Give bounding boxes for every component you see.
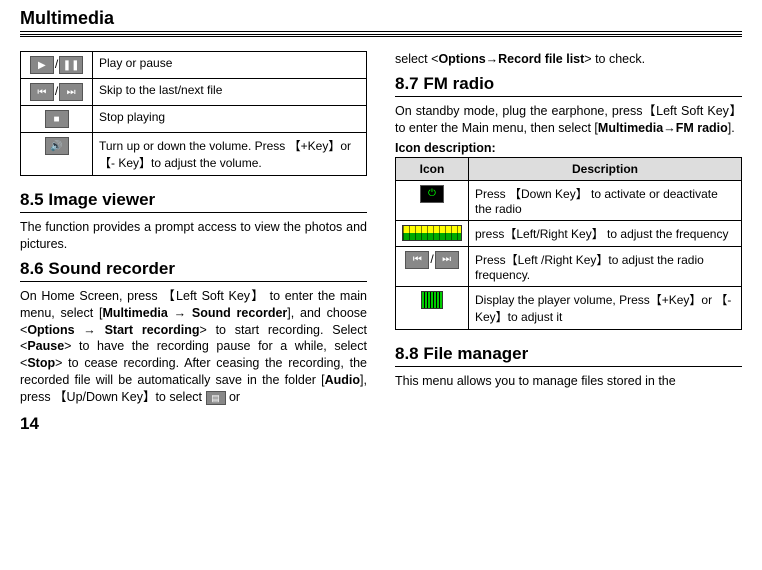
icon-cell — [396, 220, 469, 246]
section-rule — [20, 212, 367, 213]
text: > to cease recording. After ceasing the … — [20, 356, 367, 387]
desc-cell: Play or pause — [93, 52, 367, 79]
bold-text: Pause — [27, 339, 64, 353]
fm-icons-table: Icon Description ⏻ Press 【Down Key】 to a… — [395, 157, 742, 330]
table-row: ⏮/⏭ Skip to the last/next file — [21, 79, 367, 106]
bold-text: Options → Start recording — [27, 323, 199, 337]
tuner-icon — [402, 225, 462, 241]
table-row: Display the player volume, Press【+Key】or… — [396, 286, 742, 329]
section-8-7-title: 8.7 FM radio — [395, 74, 742, 94]
section-8-6-title: 8.6 Sound recorder — [20, 259, 367, 279]
continuation-text: select <Options→Record file list> to che… — [395, 51, 742, 68]
next-icon: ⏭ — [435, 251, 459, 269]
icon-cell: ■ — [21, 106, 93, 133]
bold-text: Multimedia→FM radio — [598, 121, 728, 135]
icon-cell — [396, 286, 469, 329]
table-row: ⏮/⏭ Press【Left /Right Key】to adjust the … — [396, 246, 742, 286]
desc-cell: Stop playing — [93, 106, 367, 133]
th-description: Description — [469, 157, 742, 180]
media-icons-table: ▶/❚❚ Play or pause ⏮/⏭ Skip to the last/… — [20, 51, 367, 176]
section-8-7-text: On standby mode, plug the earphone, pres… — [395, 103, 742, 137]
equalizer-icon — [421, 291, 443, 309]
right-column: select <Options→Record file list> to che… — [395, 51, 742, 434]
bold-text: Stop — [27, 356, 55, 370]
volume-icon: 🔊 — [45, 137, 69, 155]
th-icon: Icon — [396, 157, 469, 180]
folder-icon: ▤ — [206, 391, 226, 405]
text: ]. — [728, 121, 735, 135]
bold-text: Audio — [325, 373, 360, 387]
page-number: 14 — [20, 414, 367, 434]
icon-cell: ⏮/⏭ — [21, 79, 93, 106]
section-8-8-text: This menu allows you to manage files sto… — [395, 373, 742, 390]
prev-icon: ⏮ — [30, 83, 54, 101]
table-row: ■ Stop playing — [21, 106, 367, 133]
bold-text: Multimedia → Sound recorder — [102, 306, 287, 320]
pause-icon: ❚❚ — [59, 56, 83, 74]
page-header: Multimedia — [20, 8, 742, 32]
desc-cell: Display the player volume, Press【+Key】or… — [469, 286, 742, 329]
table-header-row: Icon Description — [396, 157, 742, 180]
next-icon: ⏭ — [59, 83, 83, 101]
icon-description-label: Icon description: — [395, 141, 742, 155]
table-row: ▶/❚❚ Play or pause — [21, 52, 367, 79]
header-rule — [20, 34, 742, 37]
section-8-5-text: The function provides a prompt access to… — [20, 219, 367, 253]
section-8-5-title: 8.5 Image viewer — [20, 190, 367, 210]
section-8-8-title: 8.8 File manager — [395, 344, 742, 364]
table-row: 🔊 Turn up or down the volume. Press 【+Ke… — [21, 133, 367, 176]
text: select < — [395, 52, 438, 66]
text: or — [226, 390, 241, 404]
section-rule — [395, 366, 742, 367]
prev-icon: ⏮ — [405, 251, 429, 269]
content-columns: ▶/❚❚ Play or pause ⏮/⏭ Skip to the last/… — [20, 51, 742, 434]
table-row: press【Left/Right Key】 to adjust the freq… — [396, 220, 742, 246]
section-rule — [395, 96, 742, 97]
section-rule — [20, 281, 367, 282]
bold-text: Options→Record file list — [438, 52, 584, 66]
text: > to check. — [584, 52, 645, 66]
icon-cell: ▶/❚❚ — [21, 52, 93, 79]
icon-cell: ⏮/⏭ — [396, 246, 469, 286]
desc-cell: Press【Left /Right Key】to adjust the radi… — [469, 246, 742, 286]
left-column: ▶/❚❚ Play or pause ⏮/⏭ Skip to the last/… — [20, 51, 367, 434]
icon-cell: ⏻ — [396, 180, 469, 220]
desc-cell: Press 【Down Key】 to activate or deactiva… — [469, 180, 742, 220]
table-row: ⏻ Press 【Down Key】 to activate or deacti… — [396, 180, 742, 220]
play-icon: ▶ — [30, 56, 54, 74]
desc-cell: press【Left/Right Key】 to adjust the freq… — [469, 220, 742, 246]
power-icon: ⏻ — [420, 185, 444, 203]
desc-cell: Turn up or down the volume. Press 【+Key】… — [93, 133, 367, 176]
desc-cell: Skip to the last/next file — [93, 79, 367, 106]
stop-icon: ■ — [45, 110, 69, 128]
section-8-6-text: On Home Screen, press 【Left Soft Key】 to… — [20, 288, 367, 406]
icon-cell: 🔊 — [21, 133, 93, 176]
